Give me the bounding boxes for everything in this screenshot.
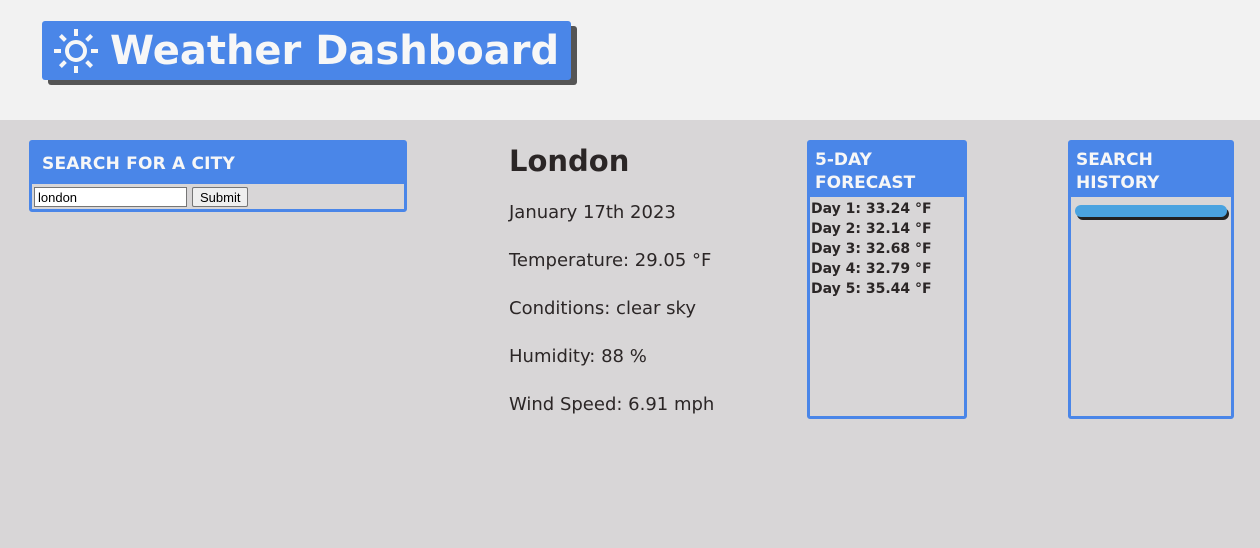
history-item-button[interactable]: [1075, 205, 1227, 217]
forecast-heading: 5-DAY FORECAST: [810, 143, 964, 197]
history-panel: SEARCH HISTORY: [1068, 140, 1234, 419]
forecast-day-1: Day 1: 33.24 °F: [811, 201, 932, 217]
search-heading: SEARCH FOR A CITY: [32, 143, 404, 184]
conditions-text: Conditions: clear sky: [509, 298, 696, 319]
current-weather: London January 17th 2023 Temperature: 29…: [509, 144, 714, 415]
humidity-text: Humidity: 88 %: [509, 346, 647, 367]
search-form: Submit: [32, 184, 404, 207]
current-date: January 17th 2023: [509, 202, 676, 223]
page-header: Weather Dashboard: [0, 0, 1260, 120]
submit-button[interactable]: Submit: [192, 187, 249, 207]
city-search-input[interactable]: [34, 187, 187, 207]
forecast-list: Day 1: 33.24 °F Day 2: 32.14 °F Day 3: 3…: [810, 197, 964, 299]
temperature-text: Temperature: 29.05 °F: [509, 250, 712, 271]
forecast-panel: 5-DAY FORECAST Day 1: 33.24 °F Day 2: 32…: [807, 140, 967, 419]
city-name: London: [509, 144, 630, 178]
forecast-day-2: Day 2: 32.14 °F: [811, 221, 932, 237]
history-heading: SEARCH HISTORY: [1071, 143, 1231, 197]
forecast-day-5: Day 5: 35.44 °F: [811, 281, 932, 297]
search-panel: SEARCH FOR A CITY Submit: [29, 140, 407, 212]
wind-speed-text: Wind Speed: 6.91 mph: [509, 394, 715, 415]
forecast-day-4: Day 4: 32.79 °F: [811, 261, 932, 277]
sun-icon: [54, 28, 98, 73]
page-title: Weather Dashboard: [110, 27, 560, 74]
title-banner: Weather Dashboard: [42, 21, 571, 80]
forecast-day-3: Day 3: 32.68 °F: [811, 241, 932, 257]
